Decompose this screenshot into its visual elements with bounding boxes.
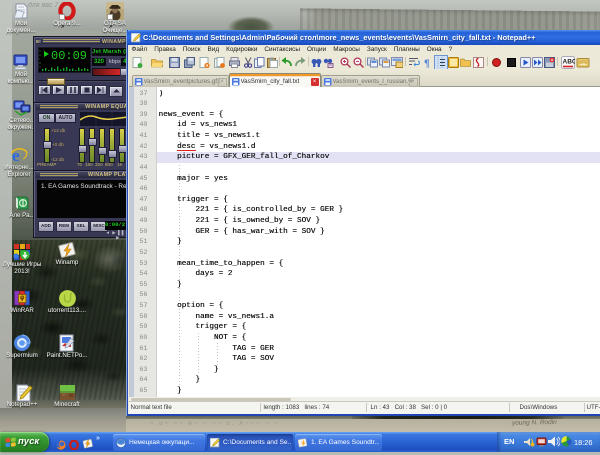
svg-text:ABC: ABC xyxy=(563,58,576,65)
svg-text:¶: ¶ xyxy=(424,58,430,68)
